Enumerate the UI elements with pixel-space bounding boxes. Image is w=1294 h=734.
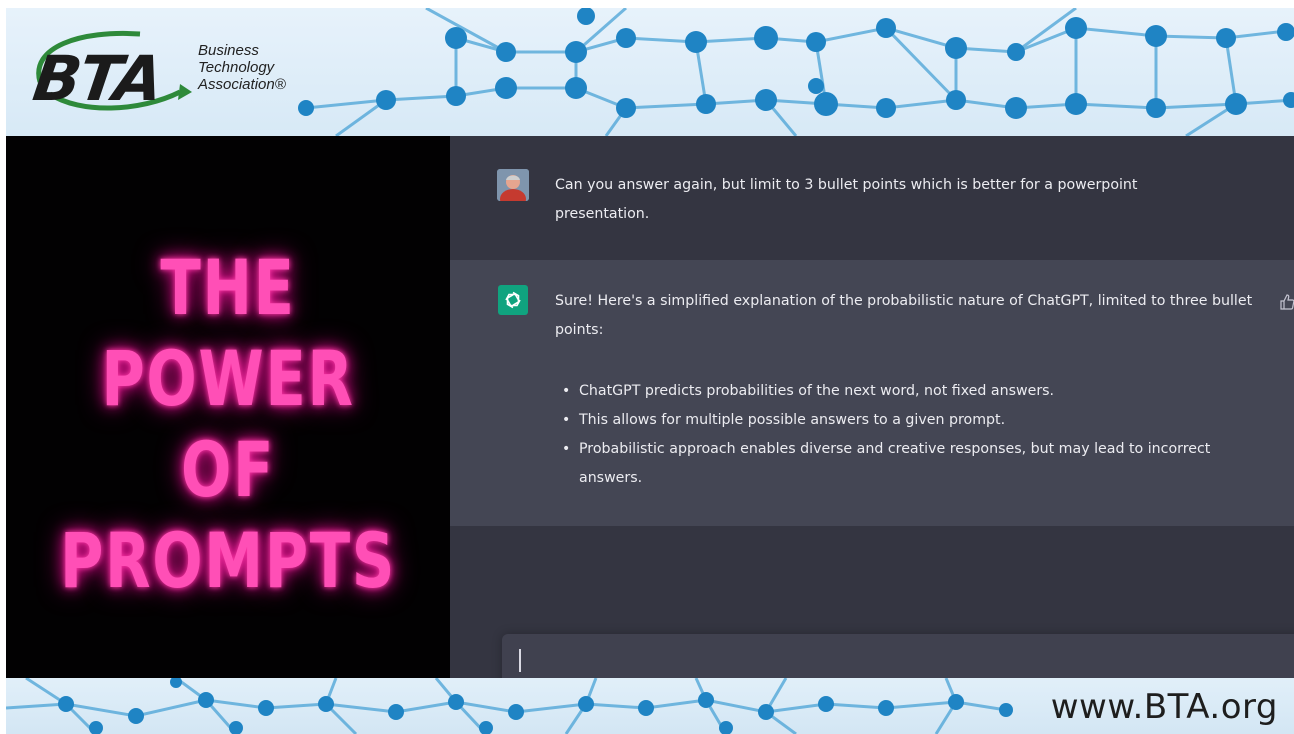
openai-knot-icon — [505, 291, 521, 309]
bullet-glyph: • — [562, 412, 571, 428]
bullet-text: ChatGPT predicts probabilities of the ne… — [579, 383, 1055, 399]
slide-title-line: OF — [180, 425, 276, 514]
assistant-bullet-list: • ChatGPT predicts probabilities of the n… — [562, 377, 1262, 493]
bullet-text: This allows for multiple possible answer… — [579, 412, 1006, 428]
assistant-intro-text: Sure! Here's a simplified explanation of… — [555, 293, 1253, 338]
list-item: • This allows for multiple possible answe… — [562, 406, 1262, 435]
logo-name-line: Association® — [198, 76, 286, 93]
bullet-text: Probabilistic approach enables diverse a… — [579, 441, 1211, 486]
chat-window: Can you answer again, but limit to 3 bul… — [450, 136, 1294, 678]
logo-name-line: Business — [198, 42, 259, 59]
title-panel: THE POWER OF PROMPTS — [6, 136, 450, 678]
user-avatar — [497, 169, 529, 201]
bta-logo[interactable]: BTA Business Technology Association® — [20, 22, 320, 122]
text-cursor — [519, 649, 521, 672]
top-banner: BTA Business Technology Association® — [6, 8, 1294, 136]
bottom-banner: www.BTA.org — [6, 678, 1294, 734]
slide-title-line: PROMPTS — [60, 516, 396, 605]
list-item: • ChatGPT predicts probabilities of the n… — [562, 377, 1262, 406]
bullet-glyph: • — [562, 383, 571, 399]
website-link[interactable]: www.BTA.org — [1051, 687, 1278, 727]
logo-letters: BTA — [28, 42, 166, 115]
slide-title-line: THE POWER — [101, 243, 355, 423]
logo-name-line: Technology — [198, 59, 275, 76]
openai-logo-icon — [498, 285, 528, 315]
list-item: • Probabilistic approach enables diverse … — [562, 435, 1262, 493]
chat-input[interactable] — [502, 634, 1294, 678]
slide-title: THE POWER OF PROMPTS — [55, 242, 401, 606]
logo-name: Business Technology Association® — [198, 42, 286, 93]
thumbs-up-icon[interactable] — [1280, 294, 1294, 310]
user-avatar-icon — [497, 169, 529, 201]
bullet-glyph: • — [562, 441, 571, 457]
user-message-text: Can you answer again, but limit to 3 bul… — [555, 177, 1138, 222]
slide-frame: BTA Business Technology Association® THE… — [6, 8, 1294, 734]
